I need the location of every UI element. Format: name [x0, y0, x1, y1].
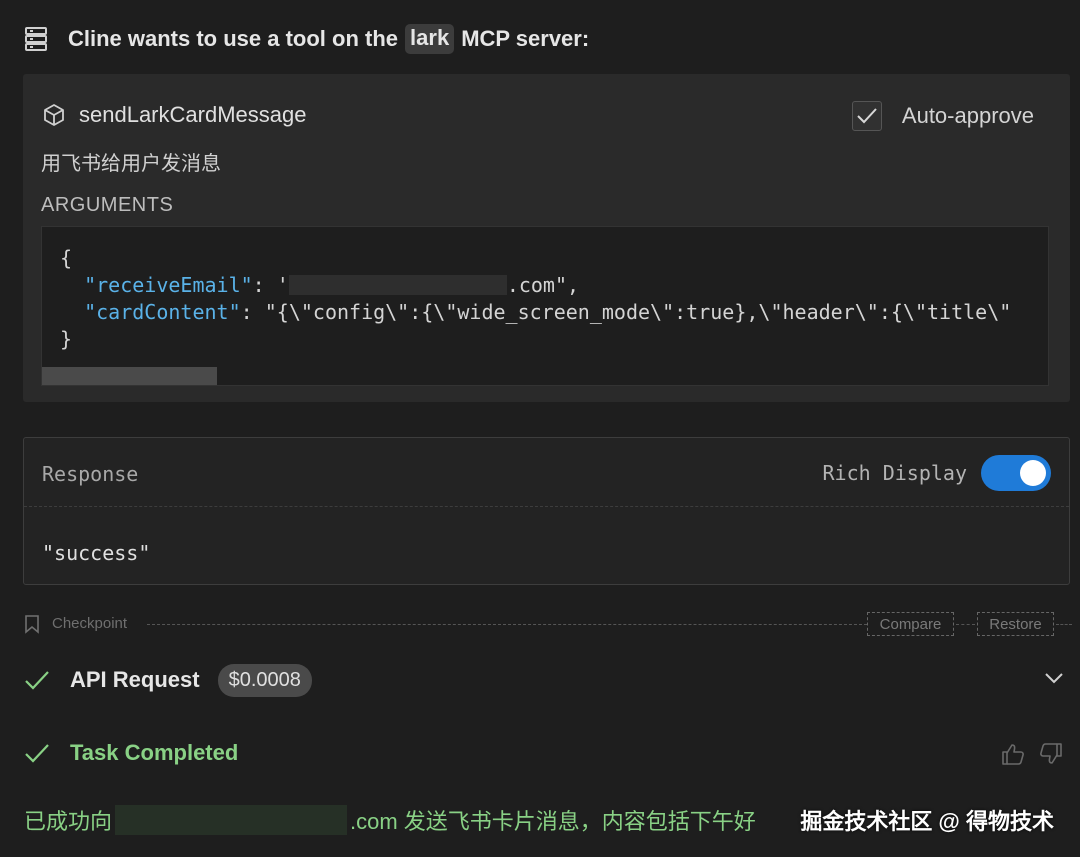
api-request-row[interactable]: API Request $0.0008 — [24, 660, 1072, 700]
rich-display-label: Rich Display — [822, 461, 968, 485]
thumbs-up-icon[interactable] — [1000, 741, 1026, 767]
cost-badge: $0.0008 — [217, 663, 312, 697]
restore-button[interactable]: Restore — [977, 612, 1054, 636]
bookmark-icon — [24, 614, 40, 634]
redacted-recipient — [115, 805, 348, 835]
header-prefix: Cline wants to use a tool on the — [68, 26, 399, 51]
checkmark-icon — [857, 108, 877, 124]
toggle-knob — [1020, 460, 1046, 486]
response-value: "success" — [42, 541, 151, 565]
response-divider — [24, 506, 1069, 507]
result-message: 已成功向 .com 发送飞书卡片消息，内容包括下午好 — [24, 803, 756, 837]
checkpoint-row: Checkpoint Compare Restore — [24, 611, 1072, 637]
checkpoint-divider — [147, 624, 867, 625]
arguments-label: ARGUMENTS — [41, 194, 174, 216]
json-email-value-end: .com", — [506, 273, 580, 297]
result-suffix: .com 发送飞书卡片消息，内容包括下午好 — [350, 809, 756, 834]
auto-approve-label: Auto-approve — [901, 103, 1034, 128]
header-suffix: MCP server: — [461, 26, 590, 51]
rich-display-control: Rich Display — [822, 455, 1051, 491]
watermark: 掘金技术社区 @ 得物技术 — [800, 809, 1054, 834]
tool-card: sendLarkCardMessage Auto-approve 用飞书给用户发… — [23, 74, 1070, 402]
rich-display-toggle[interactable] — [981, 455, 1051, 491]
arguments-json: { "receiveEmail": ' .com", "cardContent":… — [60, 246, 1012, 351]
auto-approve-checkbox[interactable] — [851, 101, 882, 131]
checkpoint-divider — [956, 624, 975, 625]
json-card-value: "{\"config\":{\"wide_screen_mode\":true}… — [264, 300, 1012, 324]
cube-icon — [43, 103, 65, 127]
checkpoint-divider — [1056, 624, 1072, 625]
api-request-label: API Request — [70, 667, 200, 692]
redacted-email — [288, 275, 507, 295]
tool-description: 用飞书给用户发消息 — [41, 153, 221, 175]
chevron-down-icon[interactable] — [1044, 668, 1064, 688]
auto-approve-toggle[interactable]: Auto-approve — [851, 101, 1034, 131]
response-panel: Response Rich Display "success" — [23, 437, 1070, 585]
json-close-brace: } — [60, 327, 73, 351]
server-name-chip: lark — [405, 24, 455, 54]
server-icon — [24, 25, 48, 53]
tool-name: sendLarkCardMessage — [79, 102, 307, 127]
tool-request-header: Cline wants to use a tool on the lark MC… — [24, 22, 589, 56]
check-icon — [24, 668, 50, 692]
result-prefix: 已成功向 — [24, 809, 113, 834]
json-email-value-start: ' — [276, 273, 289, 297]
json-open-brace: { — [60, 246, 73, 270]
arguments-code-block[interactable]: { "receiveEmail": ' .com", "cardContent":… — [41, 226, 1049, 386]
thumbs-down-icon[interactable] — [1038, 741, 1064, 767]
response-label: Response — [42, 462, 139, 486]
task-completed-label: Task Completed — [70, 740, 239, 765]
check-icon — [24, 741, 50, 765]
tool-name-row: sendLarkCardMessage — [43, 102, 306, 128]
task-completed-row: Task Completed — [24, 733, 1072, 773]
compare-button[interactable]: Compare — [867, 612, 954, 636]
json-key-receive-email: "receiveEmail" — [84, 273, 253, 297]
checkpoint-label: Checkpoint — [52, 615, 128, 632]
json-key-card-content: "cardContent" — [84, 300, 241, 324]
horizontal-scrollbar[interactable] — [42, 367, 217, 385]
